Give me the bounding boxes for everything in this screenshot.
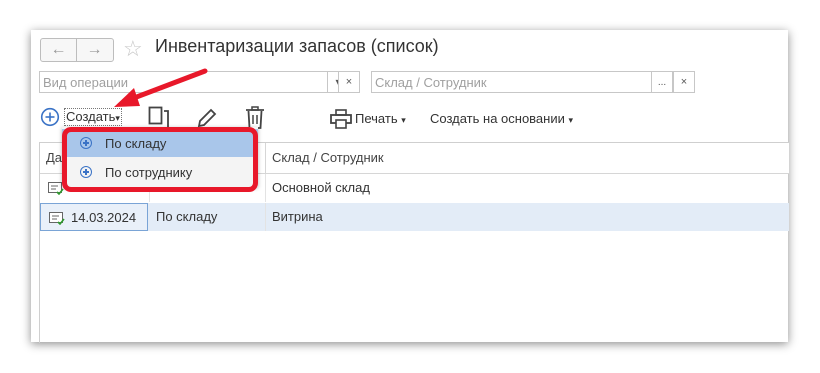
clear-operation-icon[interactable]: × (338, 71, 360, 93)
printer-icon[interactable] (330, 109, 352, 129)
table-row-selected[interactable]: 14.03.2024 По складу Витрина (40, 203, 789, 231)
clear-warehouse-icon[interactable]: × (673, 71, 695, 93)
forward-arrow-icon[interactable]: → (76, 39, 112, 61)
print-button[interactable]: Печать ▾ (355, 111, 406, 126)
favorite-star-icon[interactable]: ☆ (123, 36, 143, 62)
create-button-label: Создать (66, 109, 116, 124)
highlight-box (62, 127, 258, 192)
create-based-on-dropdown-icon: ▾ (568, 115, 574, 125)
date-cell: 14.03.2024 (40, 203, 148, 231)
page-title: Инвентаризации запасов (список) (155, 36, 439, 56)
back-arrow-icon[interactable]: ← (41, 39, 76, 61)
warehouse-employee-field[interactable]: Склад / Сотрудник ... (371, 71, 673, 93)
warehouse-employee-placeholder: Склад / Сотрудник (375, 74, 487, 90)
warehouse-cell: Основной склад (272, 180, 370, 195)
select-ellipsis-icon[interactable]: ... (651, 72, 672, 92)
print-dropdown-icon: ▾ (401, 115, 406, 125)
print-button-label: Печать (355, 111, 398, 126)
annotation-arrow-icon (114, 68, 208, 107)
create-based-on-label: Создать на основании (430, 111, 565, 126)
create-based-on-button[interactable]: Создать на основании ▾ (430, 111, 573, 126)
date-text: 14.03.2024 (71, 210, 137, 225)
type-cell: По складу (150, 203, 266, 231)
column-header-warehouse[interactable]: Склад / Сотрудник (266, 143, 789, 173)
create-dropdown-icon: ▾ (115, 113, 120, 123)
warehouse-cell: Витрина (272, 209, 323, 224)
posted-document-icon (49, 212, 65, 225)
nav-buttons: ← → (40, 38, 114, 62)
create-plus-icon[interactable] (40, 107, 60, 127)
